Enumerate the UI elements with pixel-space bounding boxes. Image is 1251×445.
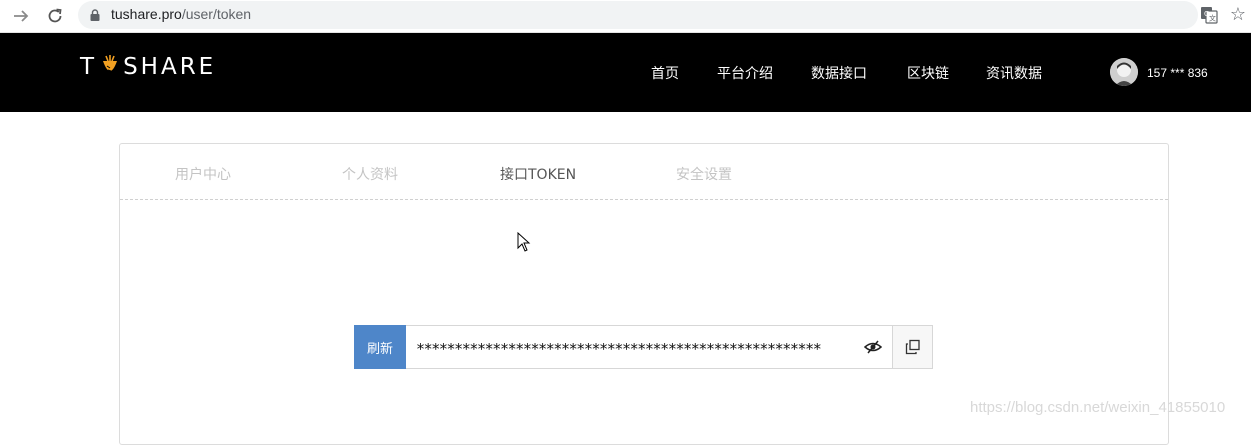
url-text[interactable]: tushare.pro/user/token — [111, 6, 251, 22]
nav-home[interactable]: 首页 — [651, 63, 679, 83]
token-input-group: 刷新 *************************************… — [354, 325, 933, 369]
user-phone[interactable]: 157 *** 836 — [1147, 66, 1208, 80]
refresh-button[interactable]: 刷新 — [354, 325, 406, 369]
token-masked-value: ****************************************… — [416, 340, 822, 358]
url-path: /user/token — [181, 6, 252, 22]
star-icon[interactable]: ☆ — [1228, 4, 1248, 26]
lock-icon[interactable] — [90, 9, 100, 21]
watermark: https://blog.csdn.net/weixin_41855010 — [970, 399, 1226, 416]
browser-toolbar: tushare.pro/user/token G 文 ☆ — [0, 0, 1251, 33]
forward-icon[interactable] — [10, 5, 32, 27]
tab-security[interactable]: 安全设置 — [676, 164, 732, 184]
main-nav: 首页 平台介绍 数据接口 区块链 资讯数据 — [0, 63, 1251, 83]
url-host: tushare.pro — [111, 6, 182, 22]
token-field[interactable]: ****************************************… — [406, 326, 892, 368]
tab-api-token[interactable]: 接口TOKEN — [500, 164, 576, 184]
translate-icon[interactable]: G 文 — [1200, 6, 1218, 24]
tab-user-center[interactable]: 用户中心 — [175, 164, 231, 184]
nav-data-api[interactable]: 数据接口 — [811, 63, 867, 83]
copy-button[interactable] — [892, 326, 932, 368]
site-header: T SHARE 首页 平台介绍 数据接口 区块链 资讯数据 157 *** 83… — [0, 33, 1251, 112]
eye-slash-icon[interactable] — [864, 339, 882, 355]
reload-icon[interactable] — [44, 5, 66, 27]
svg-text:文: 文 — [1209, 14, 1216, 23]
avatar[interactable] — [1110, 58, 1138, 86]
nav-platform-intro[interactable]: 平台介绍 — [717, 63, 773, 83]
nav-blockchain[interactable]: 区块链 — [907, 63, 949, 83]
tab-profile[interactable]: 个人资料 — [342, 164, 398, 184]
tab-bar: 用户中心 个人资料 接口TOKEN 安全设置 — [120, 144, 1168, 200]
copy-icon — [905, 339, 920, 355]
mouse-cursor-icon — [517, 232, 531, 252]
nav-news-data[interactable]: 资讯数据 — [986, 63, 1042, 83]
